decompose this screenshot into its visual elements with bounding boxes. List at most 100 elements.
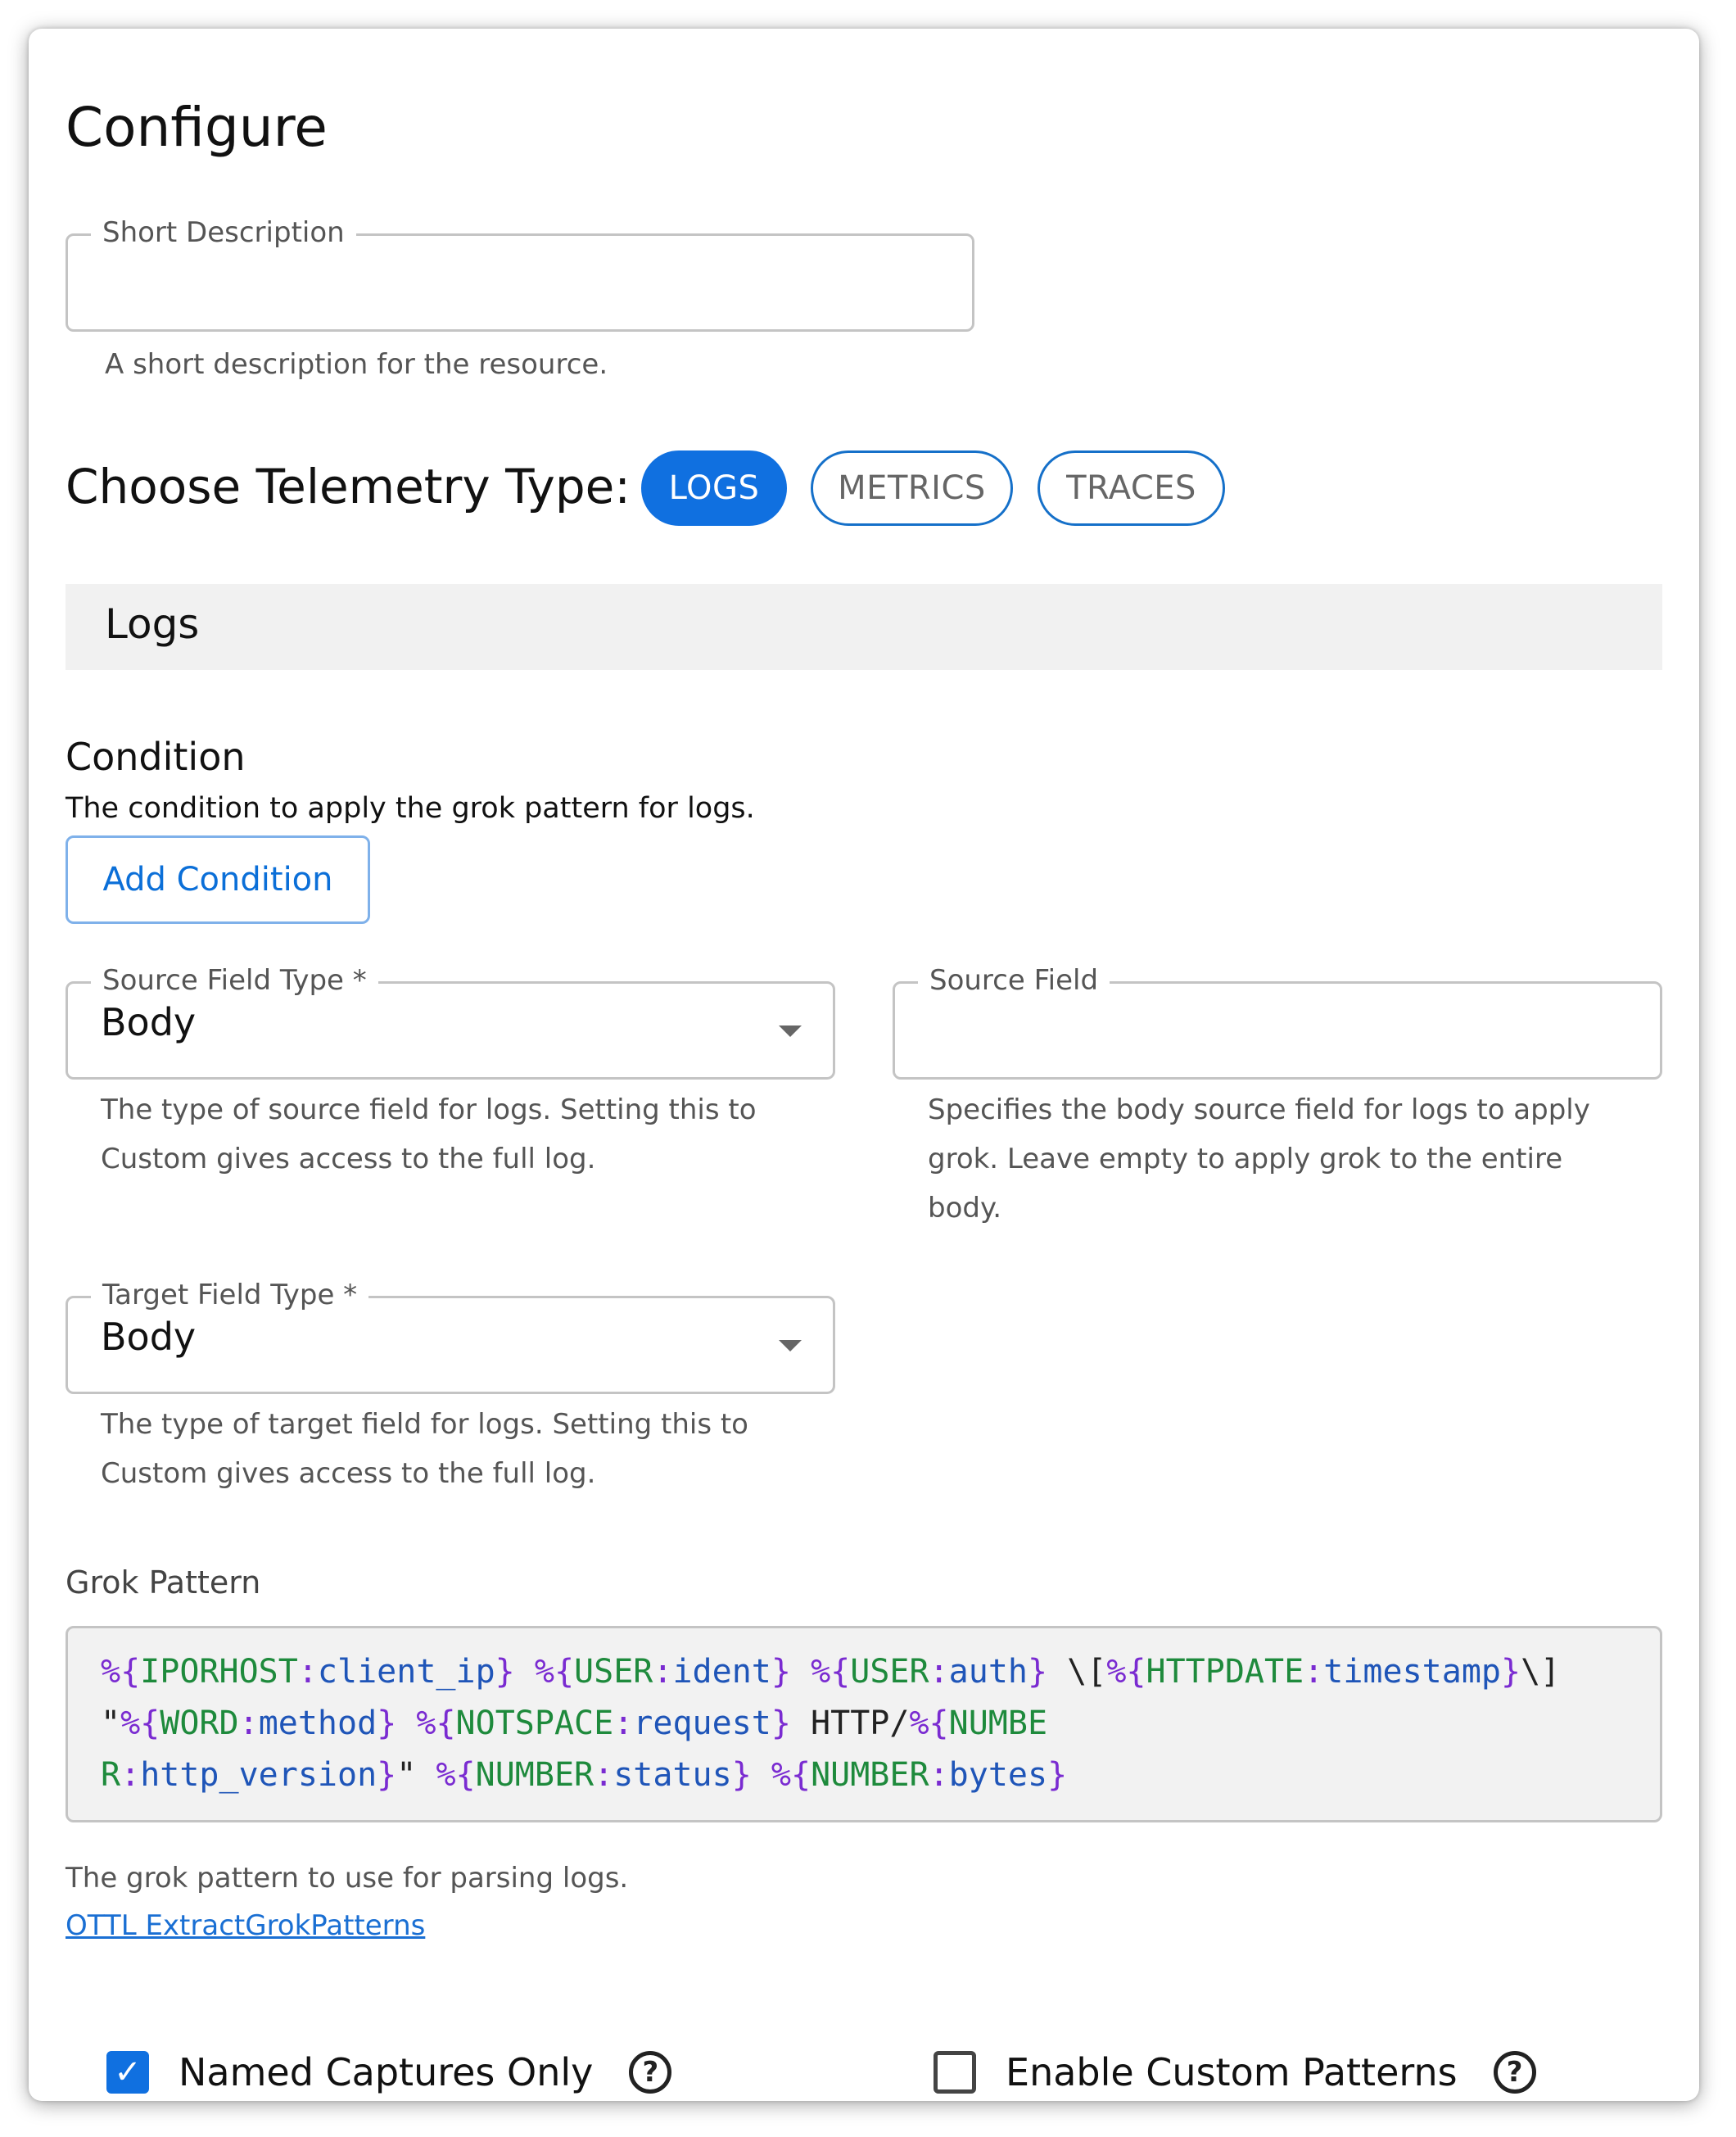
source-field-type-helper: The type of source field for logs. Setti… <box>101 1085 757 1184</box>
code-token: } <box>771 1653 791 1691</box>
code-token: NUMBER <box>475 1756 594 1794</box>
source-field-input[interactable]: Source Field <box>893 964 1662 1080</box>
source-field-helper: Specifies the body source field for logs… <box>928 1085 1590 1233</box>
helper-line: The type of source field for logs. Setti… <box>101 1093 757 1126</box>
chevron-down-icon[interactable] <box>779 1340 802 1351</box>
chevron-down-icon[interactable] <box>779 1025 802 1037</box>
source-field-type-label: Source Field Type * <box>91 964 378 997</box>
code-token: NOTSPACE <box>455 1705 614 1742</box>
code-token: USER <box>574 1653 653 1691</box>
code-token: %{ <box>101 1653 141 1691</box>
code-token: R <box>101 1756 121 1794</box>
grok-pattern-label: Grok Pattern <box>66 1564 261 1600</box>
code-token: HTTPDATE <box>1146 1653 1304 1691</box>
code-token: } <box>377 1705 397 1742</box>
code-token: ident <box>672 1653 771 1691</box>
telemetry-type-label: Choose Telemetry Type: <box>66 459 631 514</box>
code-token: : <box>653 1653 673 1691</box>
add-condition-button[interactable]: Add Condition <box>66 835 370 924</box>
code-token: " <box>396 1756 436 1794</box>
grok-pattern-code: %{IPORHOST:client_ip} %{USER:ident} %{US… <box>101 1646 1627 1801</box>
code-token: \] <box>1521 1653 1580 1691</box>
code-token: : <box>929 1653 949 1691</box>
code-token: request <box>633 1705 771 1742</box>
target-field-type-value: Body <box>101 1315 197 1359</box>
grok-pattern-helper: The grok pattern to use for parsing logs… <box>66 1862 629 1895</box>
code-line: R:http_version}" %{NUMBER:status} %{NUMB… <box>101 1750 1627 1801</box>
code-token: %{ <box>534 1653 575 1691</box>
logs-section-title: Logs <box>105 600 200 648</box>
code-token: bytes <box>948 1756 1048 1794</box>
code-token: } <box>1027 1653 1048 1691</box>
target-field-type-helper: The type of target field for logs. Setti… <box>101 1400 748 1498</box>
source-field-label: Source Field <box>918 964 1110 997</box>
custom-patterns-row[interactable]: Enable Custom Patterns ? <box>934 2040 1536 2101</box>
code-token: : <box>594 1756 614 1794</box>
code-token: } <box>1501 1653 1521 1691</box>
source-field-type-value: Body <box>101 1000 197 1044</box>
source-field-type-select[interactable]: Source Field Type * Body <box>66 964 835 1080</box>
code-token: HTTP/ <box>790 1705 910 1742</box>
code-token: : <box>1304 1653 1324 1691</box>
short-description-label: Short Description <box>91 216 356 249</box>
code-token: client_ip <box>317 1653 495 1691</box>
code-token: : <box>929 1756 949 1794</box>
helper-line: Custom gives access to the full log. <box>101 1457 596 1490</box>
condition-title: Condition <box>66 735 246 779</box>
code-token: NUMBER <box>811 1756 929 1794</box>
code-token: USER <box>850 1653 929 1691</box>
named-captures-row[interactable]: ✓ Named Captures Only ? <box>106 2040 672 2101</box>
code-token: NUMBE <box>948 1705 1048 1742</box>
code-token: auth <box>948 1653 1028 1691</box>
telemetry-chip-traces[interactable]: TRACES <box>1038 450 1225 526</box>
code-token: %{ <box>909 1705 949 1742</box>
telemetry-chip-logs[interactable]: LOGS <box>641 450 787 526</box>
code-token: WORD <box>160 1705 239 1742</box>
custom-patterns-label: Enable Custom Patterns <box>1006 2050 1458 2094</box>
grok-pattern-editor[interactable]: %{IPORHOST:client_ip} %{USER:ident} %{US… <box>66 1626 1662 1822</box>
code-token: %{ <box>771 1756 811 1794</box>
code-line: "%{WORD:method} %{NOTSPACE:request} HTTP… <box>101 1698 1627 1750</box>
helper-line: Specifies the body source field for logs… <box>928 1093 1590 1126</box>
code-token: %{ <box>811 1653 851 1691</box>
named-captures-label: Named Captures Only <box>179 2050 594 2094</box>
code-token: timestamp <box>1323 1653 1501 1691</box>
code-token: " <box>101 1705 121 1742</box>
logs-section-header: Logs <box>66 584 1662 670</box>
code-token: %{ <box>1106 1653 1146 1691</box>
page-title: Configure <box>66 96 328 159</box>
condition-description: The condition to apply the grok pattern … <box>66 792 755 825</box>
code-token: } <box>495 1653 515 1691</box>
code-token: } <box>731 1756 752 1794</box>
helper-line: Custom gives access to the full log. <box>101 1143 596 1175</box>
code-token: status <box>613 1756 732 1794</box>
code-token: http_version <box>140 1756 377 1794</box>
code-token: %{ <box>120 1705 160 1742</box>
helper-line: body. <box>928 1192 1002 1225</box>
configure-dialog: Configure Short Description A short desc… <box>29 29 1699 2101</box>
code-line: %{IPORHOST:client_ip} %{USER:ident} %{US… <box>101 1646 1627 1698</box>
code-token: } <box>377 1756 397 1794</box>
code-token: } <box>1047 1756 1068 1794</box>
help-circle-icon[interactable]: ? <box>629 2051 672 2094</box>
code-token: method <box>258 1705 377 1742</box>
helper-line: The type of target field for logs. Setti… <box>101 1408 748 1441</box>
telemetry-chip-metrics[interactable]: METRICS <box>811 450 1013 526</box>
code-token: : <box>297 1653 318 1691</box>
short-description-field[interactable]: Short Description <box>66 216 974 332</box>
help-circle-icon[interactable]: ? <box>1493 2051 1536 2094</box>
code-token: } <box>771 1705 791 1742</box>
code-token: %{ <box>416 1705 456 1742</box>
code-token: : <box>120 1756 141 1794</box>
code-token: : <box>238 1705 259 1742</box>
target-field-type-select[interactable]: Target Field Type * Body <box>66 1279 835 1394</box>
custom-patterns-checkbox[interactable] <box>934 2051 976 2094</box>
target-field-type-label: Target Field Type * <box>91 1279 369 1311</box>
named-captures-checkbox[interactable]: ✓ <box>106 2051 149 2094</box>
ottl-docs-link[interactable]: OTTL ExtractGrokPatterns <box>66 1909 425 1942</box>
code-token: %{ <box>436 1756 476 1794</box>
